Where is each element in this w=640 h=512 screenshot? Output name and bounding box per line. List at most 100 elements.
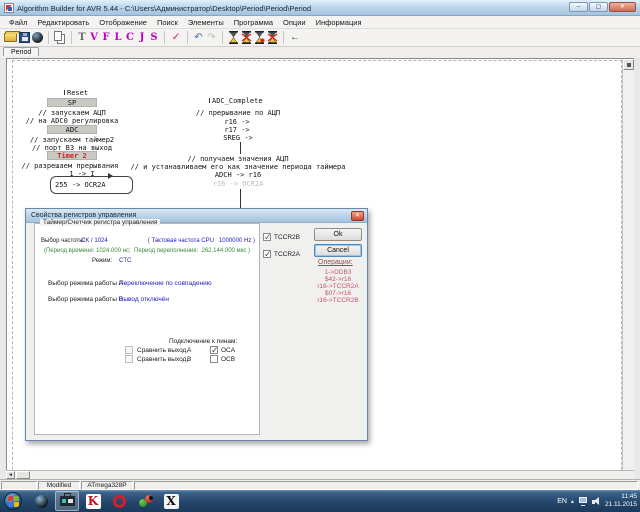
tabbar: Period xyxy=(0,47,640,58)
toolbar-separator xyxy=(48,31,49,44)
op-push-sreg[interactable]: SREG -> xyxy=(223,134,253,142)
tccr2a-label: TCCR2A xyxy=(274,251,300,258)
condition-element-icon[interactable]: C xyxy=(125,31,135,45)
node-adc[interactable]: ADC xyxy=(47,125,97,134)
ok-button[interactable]: Ok xyxy=(314,228,362,241)
menubar: Файл Редактировать Отображение Поиск Эле… xyxy=(0,16,640,29)
comment[interactable]: // разрешаем прерывания xyxy=(22,162,119,170)
comment[interactable]: // и устанавливаем его как значение пери… xyxy=(131,163,346,171)
mode-label: Режим: xyxy=(92,258,112,264)
op-loop[interactable]: 255 -> OCR2A xyxy=(55,181,106,189)
entry-label-adc-complete[interactable]: ADC_Complete xyxy=(212,97,263,105)
app-icon xyxy=(4,3,14,13)
menu-edit[interactable]: Редактировать xyxy=(32,18,94,27)
op-adch[interactable]: ADCH -> r16 xyxy=(215,171,261,179)
titlebar: Algorithm Builder for AVR 5.44 - C:\User… xyxy=(0,0,640,16)
hourglass-icon-4[interactable] xyxy=(267,31,278,44)
connector-line xyxy=(240,142,241,154)
compare-output-b-checkbox[interactable] xyxy=(125,355,133,363)
vertical-scrollbar[interactable] xyxy=(622,59,634,470)
freq-value[interactable]: CK / 1024 xyxy=(81,238,108,244)
scrollbar-top-button[interactable] xyxy=(623,59,634,70)
toolbar-separator xyxy=(222,31,223,44)
label-element-icon[interactable]: L xyxy=(113,31,123,45)
cpu-freq-value: ( Тактовая частота CPU 1000000 Hz ) xyxy=(148,238,255,244)
start-button[interactable] xyxy=(4,492,22,510)
dialog-close-icon[interactable]: ✕ xyxy=(351,211,364,221)
window-controls: – ▢ ✕ xyxy=(568,2,636,12)
comment[interactable]: // запускаем таймер2 xyxy=(30,136,114,144)
menu-view[interactable]: Отображение xyxy=(94,18,152,27)
menu-search[interactable]: Поиск xyxy=(152,18,183,27)
operation-line: r16->TCCR2A xyxy=(317,283,358,290)
menu-program[interactable]: Программа xyxy=(229,18,278,27)
close-button[interactable]: ✕ xyxy=(609,2,636,12)
scroll-left-icon[interactable]: ◄ xyxy=(6,471,15,479)
tab-period[interactable]: Period xyxy=(3,47,39,56)
taskbar-media-player-icon[interactable] xyxy=(29,491,53,511)
copy-icon[interactable] xyxy=(54,31,66,44)
field-element-icon[interactable]: F xyxy=(101,31,111,45)
maximize-button[interactable]: ▢ xyxy=(589,2,608,12)
dialog-title: Свойства регистров управления xyxy=(31,212,136,219)
mode-value[interactable]: CTC xyxy=(119,258,131,264)
mode-b-value[interactable]: Вывод отключён xyxy=(119,296,169,303)
op-push-r17[interactable]: r17 -> xyxy=(224,126,249,134)
scrollbar-thumb[interactable] xyxy=(16,471,30,479)
comment[interactable]: // прерывание по АЦП xyxy=(196,109,280,117)
setter-element-icon[interactable]: S xyxy=(149,31,159,45)
tray-expand-icon[interactable]: ▴ xyxy=(571,498,574,505)
hourglass-icon-1[interactable] xyxy=(228,31,239,44)
check-icon[interactable]: ✓ xyxy=(170,32,182,43)
menu-info[interactable]: Информация xyxy=(311,18,367,27)
open-icon[interactable] xyxy=(4,33,17,42)
horizontal-scrollbar[interactable]: ◄ xyxy=(6,470,634,479)
status-device: ATmega328P xyxy=(81,481,133,490)
compare-output-a-checkbox[interactable] xyxy=(125,346,133,354)
jump-element-icon[interactable]: J xyxy=(137,31,147,45)
op-push-r16[interactable]: r16 -> xyxy=(224,118,249,126)
node-sp[interactable]: SP xyxy=(47,98,97,107)
oca-checkbox[interactable] xyxy=(210,346,218,354)
redo-icon[interactable]: ↷ xyxy=(206,32,217,43)
tccr2b-checkbox[interactable] xyxy=(263,233,271,241)
minimize-button[interactable]: – xyxy=(569,2,588,12)
comment[interactable]: // получаем значения АЦП xyxy=(187,155,288,163)
speaker-icon[interactable] xyxy=(592,497,601,506)
tccr2a-checkbox[interactable] xyxy=(263,250,271,258)
screen: Algorithm Builder for AVR 5.44 - C:\User… xyxy=(0,0,640,512)
hourglass-icon-3[interactable] xyxy=(254,31,265,44)
entry-label-reset[interactable]: Reset xyxy=(67,89,88,97)
entry-tick xyxy=(209,98,210,103)
taskbar-kaspersky-icon[interactable]: K xyxy=(81,491,105,511)
node-timer2[interactable]: Timer 2 xyxy=(47,151,97,160)
save-icon[interactable] xyxy=(19,32,30,43)
menu-file[interactable]: Файл xyxy=(4,18,32,27)
mode-a-value[interactable]: Переключение по совпадению xyxy=(119,280,212,287)
compare-output-b-letter: В xyxy=(187,356,191,363)
build-icon[interactable] xyxy=(32,32,43,43)
toolbar: T V F L C J S ✓ ↶ ↷ ← xyxy=(0,29,640,47)
taskbar-algorithm-builder-icon[interactable] xyxy=(55,491,79,511)
op-ocr-selected[interactable]: r16 -> OCR2A xyxy=(213,180,264,188)
undo-icon[interactable]: ↶ xyxy=(193,32,204,43)
clock[interactable]: 11:45 21.11.2015 xyxy=(605,493,637,509)
language-indicator[interactable]: EN xyxy=(557,498,567,505)
hourglass-icon-2[interactable] xyxy=(241,31,252,44)
vertex-element-icon[interactable]: V xyxy=(89,31,99,45)
ocb-checkbox[interactable] xyxy=(210,355,218,363)
menu-options[interactable]: Опции xyxy=(278,18,311,27)
comment[interactable]: // на ADC0 регулировка xyxy=(26,117,119,125)
comment[interactable]: // запускаем АЦП xyxy=(38,109,105,117)
text-element-icon[interactable]: T xyxy=(77,31,87,45)
entry-tick xyxy=(64,90,65,95)
back-arrow-icon[interactable]: ← xyxy=(289,32,301,43)
network-icon[interactable] xyxy=(578,497,588,506)
cancel-button[interactable]: Cancel xyxy=(314,244,362,257)
taskbar-dots-app-icon[interactable] xyxy=(133,491,157,511)
pins-title: Подключение к пинам: xyxy=(169,338,237,345)
taskbar-opera-icon[interactable] xyxy=(107,491,131,511)
menu-elements[interactable]: Элементы xyxy=(183,18,229,27)
status-panel-empty xyxy=(1,481,37,490)
taskbar-x-app-icon[interactable]: X xyxy=(159,491,183,511)
